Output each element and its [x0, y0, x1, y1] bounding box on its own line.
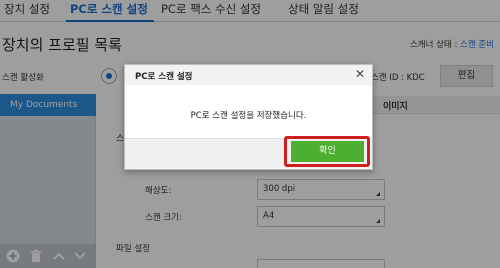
- dialog-header: PC로 스캔 설정 ✕: [125, 65, 372, 85]
- dialog-message: PC로 스캔 설정을 저장했습니다.: [190, 111, 307, 121]
- dialog-title: PC로 스캔 설정: [135, 72, 193, 82]
- close-icon[interactable]: ✕: [355, 68, 365, 81]
- ok-button[interactable]: 확인: [291, 141, 364, 162]
